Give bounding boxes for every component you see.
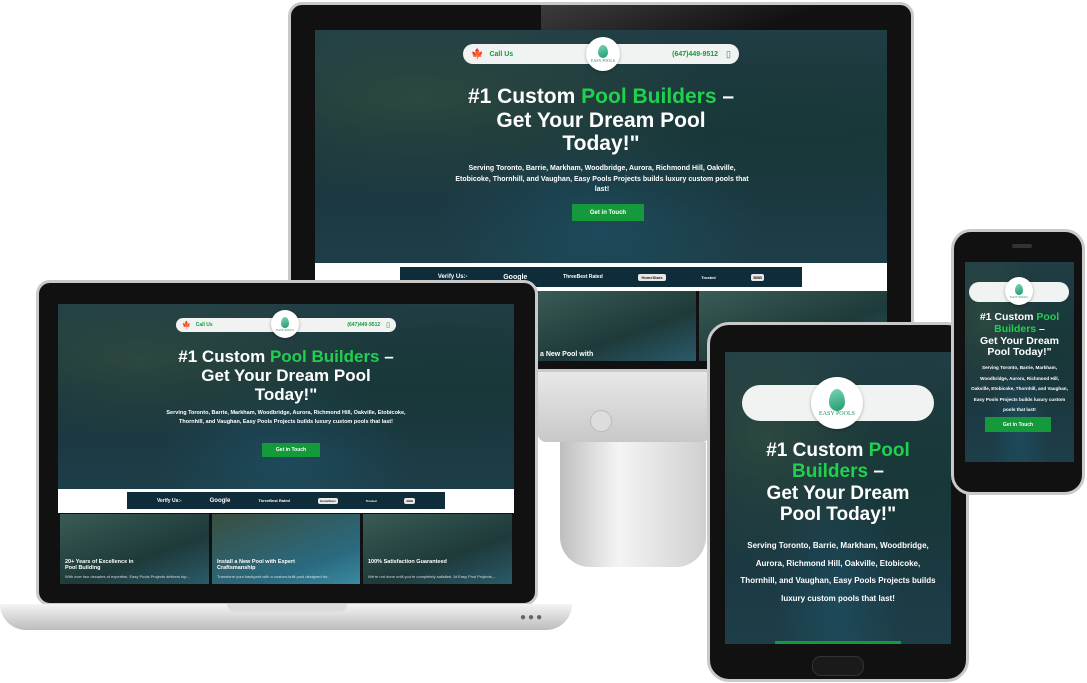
monitor-button[interactable] — [590, 410, 612, 432]
phone-hero-title: #1 Custom Pool Builders – Get Your Dream… — [979, 311, 1060, 359]
tablet-hero-title: #1 Custom Pool Builders – Get Your Dream… — [766, 440, 910, 525]
laptop-card-1: 20+ Years of Excellence in Pool Building… — [60, 514, 209, 584]
homestars-logo[interactable]: HomeStars — [317, 497, 338, 504]
monitor-get-in-touch-button[interactable]: Get in Touch — [572, 204, 644, 221]
laptop-hero-title: #1 Custom Pool Builders – Get Your Dream… — [178, 347, 394, 405]
laptop-screen-hero: 🍁 Call Us (647)449-9512 ▯ EASY POOLS #1 … — [58, 304, 514, 489]
tablet-screen-hero: EASY POOLS #1 Custom Pool Builders – Get… — [725, 352, 951, 644]
water-drop-icon — [829, 389, 845, 411]
threebest-logo[interactable]: ThreeBest Rated — [563, 274, 603, 280]
laptop-dots: ●●● — [520, 612, 545, 623]
monitor-chin — [538, 372, 710, 442]
phone-get-in-touch-button[interactable]: Get in Touch — [985, 417, 1051, 432]
laptop-verify-bar: Verify Us:- Google ThreeBest Rated HomeS… — [127, 492, 445, 509]
threebest-logo[interactable]: ThreeBest Rated — [258, 498, 290, 503]
water-drop-icon — [1015, 283, 1023, 295]
google-logo[interactable]: Google — [210, 498, 231, 504]
monitor-logo[interactable]: EASY POOLS — [586, 37, 620, 71]
canada-flag-icon: 🍁 — [182, 322, 191, 329]
phone-screen-hero: EASY POOLS #1 Custom Pool Builders – Get… — [965, 262, 1074, 462]
laptop-card-2: Install a New Pool with Expert Craftsman… — [212, 514, 360, 584]
laptop-hero-subtitle: Serving Toronto, Barrie, Markham, Woodbr… — [166, 410, 406, 425]
phone-hero-subtitle: Serving Toronto, Barrie, Markham, Woodbr… — [971, 365, 1068, 413]
phone-logo[interactable]: EASY POOLS — [1005, 277, 1033, 305]
tablet-logo[interactable]: EASY POOLS — [811, 377, 863, 429]
laptop-get-in-touch-button[interactable]: Get in Touch — [262, 443, 320, 457]
phone-icon: ▯ — [726, 48, 731, 59]
call-us-link[interactable]: Call Us — [489, 51, 513, 58]
phone-camera — [1012, 244, 1032, 248]
water-drop-icon — [281, 316, 289, 328]
water-drop-icon — [598, 45, 608, 58]
bbb-logo[interactable]: BBB — [751, 273, 765, 281]
trusted-badge[interactable]: Trusted — [366, 499, 377, 503]
phone-icon: ▯ — [386, 322, 390, 329]
call-us-link[interactable]: Call Us — [196, 322, 213, 328]
monitor-stand — [560, 442, 706, 567]
phone-number-link[interactable]: (647)449-9512 — [672, 51, 718, 58]
laptop-logo[interactable]: EASY POOLS — [271, 310, 299, 338]
laptop-card-3: 100% Satisfaction Guaranteed We're not d… — [363, 514, 512, 584]
tablet-home-button[interactable] — [812, 656, 864, 676]
phone-number-link[interactable]: (647)449-9512 — [347, 322, 380, 328]
canada-flag-icon: 🍁 — [471, 48, 484, 60]
monitor-card-2: a New Pool with — [536, 291, 696, 361]
monitor-hero-title: #1 Custom Pool Builders – Get Your Dream… — [467, 85, 735, 156]
trusted-badge[interactable]: Trusted — [701, 275, 715, 280]
homestars-logo[interactable]: HomeStars — [638, 273, 666, 281]
tablet-get-in-touch-button[interactable] — [775, 641, 901, 644]
laptop-notch — [227, 604, 347, 612]
monitor-hero-subtitle: Serving Toronto, Barrie, Markham, Woodbr… — [455, 165, 749, 193]
bbb-logo[interactable]: BBB — [404, 497, 415, 504]
monitor-screen-hero: 🍁 Call Us (647)449-9512 ▯ EASY POOLS #1 … — [315, 30, 887, 263]
tablet-hero-subtitle: Serving Toronto, Barrie, Markham, Woodbr… — [740, 541, 936, 603]
